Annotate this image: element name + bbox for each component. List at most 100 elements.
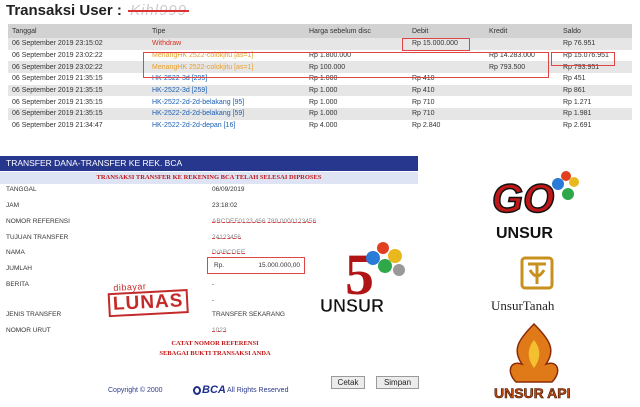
debit-cell: Rp 2.840 (408, 119, 485, 132)
five-unsur-text: UNSUR (320, 296, 384, 316)
bca-field-label: JAM (6, 202, 19, 209)
bca-field-label: TANGGAL (6, 186, 37, 193)
column-header-debit[interactable]: Debit (408, 24, 485, 38)
saldo-cell: Rp 451 (559, 73, 632, 85)
bca-field-value: 24123456 (212, 234, 241, 241)
rights-text: All Rights Reserved (227, 387, 289, 394)
page-title-text: Transaksi User : (6, 2, 122, 19)
go-yellow-ball-icon (569, 177, 579, 187)
bca-logo: BCA (193, 384, 226, 396)
go-red-ball-icon (561, 171, 571, 181)
bca-field-value: - (212, 281, 215, 288)
table-row: 06 September 2019 21:35:15 HK-2522-2d-2d-… (8, 108, 632, 120)
bca-receipt-header: TRANSFER DANA-TRANSFER KE REK. BCA (0, 156, 418, 171)
note-line-1: CATAT NOMOR REFERENSI (171, 340, 259, 347)
kredit-cell (485, 108, 559, 120)
kredit-cell (485, 73, 559, 85)
fire-element-icon (377, 242, 389, 254)
bca-field-value: - (212, 297, 215, 304)
metal-element-icon (393, 264, 405, 276)
debit-cell: Rp 710 (408, 108, 485, 120)
bca-field-label: NOMOR REFERENSI (6, 218, 70, 225)
type-link[interactable]: HK 2522-colokjitu [as=1] (177, 64, 253, 71)
bca-logo-text: BCA (202, 384, 226, 396)
column-header-tanggal[interactable]: Tanggal (8, 24, 148, 38)
harga-cell: Rp 1.000 (305, 73, 408, 85)
type-cell[interactable]: Withdraw (148, 38, 305, 50)
table-row: 06 September 2019 21:35:15 HK-2522-3d [29… (8, 73, 632, 85)
saldo-cell: Rp 793.951 (559, 61, 632, 74)
type-link[interactable]: HK 2522-colokjitu [as=1] (177, 52, 253, 59)
bca-field-row: NOMOR URUT 1023 (0, 324, 418, 340)
kredit-cell (485, 38, 559, 50)
harga-cell: Rp 1.800.000 (305, 49, 408, 62)
go-green-ball-icon (562, 188, 574, 200)
harga-cell: Rp 100.000 (305, 61, 408, 74)
harga-cell: Rp 1.000 (305, 96, 408, 109)
date-cell: 06 September 2019 21:35:15 (8, 96, 148, 109)
bca-field-label: JUMLAH (6, 265, 33, 272)
kredit-cell (485, 119, 559, 132)
unsur-api-logo: UNSUR API (494, 322, 571, 401)
date-cell: 06 September 2019 21:35:15 (8, 84, 148, 97)
column-header-tipe[interactable]: Tipe (148, 24, 305, 38)
save-button[interactable]: Simpan (376, 376, 419, 389)
column-header-harga[interactable]: Harga sebelum disc (305, 24, 408, 38)
bca-field-label: JENIS TRANSFER (6, 311, 62, 318)
type-cell[interactable]: HK-2522-3d [259] (148, 84, 305, 97)
harga-cell (305, 38, 408, 50)
type-cell[interactable]: HK-2522-2d-2d-depan [16] (148, 119, 305, 132)
debit-cell: Rp 410 (408, 84, 485, 97)
debit-cell (408, 49, 485, 62)
water-element-icon (366, 251, 380, 265)
kredit-cell: Rp 14.283.000 (485, 49, 559, 62)
date-cell: 06 September 2019 23:02:22 (8, 61, 148, 74)
amount-currency: Rp. (214, 262, 225, 269)
win-prefix: Menang (152, 52, 178, 60)
saldo-cell: Rp 1.271 (559, 96, 632, 109)
stamp-main-text: LUNAS (107, 289, 189, 318)
column-header-saldo[interactable]: Saldo (559, 24, 632, 38)
column-header-kredit[interactable]: Kredit (485, 24, 559, 38)
table-row: 06 September 2019 23:02:22 MenangHK 2522-… (8, 61, 632, 74)
harga-cell: Rp 1.000 (305, 108, 408, 120)
type-cell[interactable]: MenangHK 2522-colokjitu [as=1] (148, 61, 305, 74)
bca-field-value: 06/09/2019 (212, 186, 245, 193)
harga-cell: Rp 4.000 (305, 119, 408, 132)
print-button[interactable]: Cetak (331, 376, 365, 389)
bca-field-row: NOMOR REFERENSI ABCDEF0123 456 789 000012… (0, 215, 418, 231)
bca-field-value: D/ABCDEF (212, 249, 245, 256)
type-cell[interactable]: HK-2522-2d-2d-belakang [95] (148, 96, 305, 109)
bca-field-row: TANGGAL 06/09/2019 (0, 183, 418, 199)
bca-field-value: TRANSFER SEKARANG (212, 311, 285, 318)
tanah-u-icon (528, 262, 546, 284)
note-line-2: SEBAGAI BUKTI TRANSAKSI ANDA (159, 350, 271, 357)
debit-cell: Rp 710 (408, 96, 485, 109)
type-cell[interactable]: MenangHK 2522-colokjitu [as=1] (148, 49, 305, 62)
table-row: 06 September 2019 23:02:22 MenangHK 2522-… (8, 49, 632, 62)
saldo-cell: Rp 76.951 (559, 38, 632, 50)
type-cell[interactable]: HK-2522-2d-2d-belakang [59] (148, 108, 305, 120)
debit-cell: Rp 15.000.000 (408, 38, 485, 50)
redacted-username: Kihl999 (128, 2, 190, 19)
table-row: 06 September 2019 21:35:15 HK-2522-2d-2d-… (8, 96, 632, 109)
kredit-cell (485, 96, 559, 109)
unsur-api-text: UNSUR API (494, 385, 571, 401)
bca-field-value: ABCDEF0123 456 789 0000123456 (212, 218, 317, 225)
page-title: Transaksi User : Kihl999 (6, 2, 190, 19)
bca-field-row: JAM 23:18:02 (0, 199, 418, 215)
bca-field-label: TUJUAN TRANSFER (6, 234, 69, 241)
bca-field-value: 23:18:02 (212, 202, 238, 209)
go-blue-ball-icon (552, 178, 564, 190)
table-header-row: Tanggal Tipe Harga sebelum disc Debit Kr… (8, 24, 632, 38)
table-row: 06 September 2019 23:15:02 Withdraw Rp 15.… (8, 38, 632, 50)
unsur-tanah-text: UnsurTanah (491, 298, 555, 313)
go-unsur-subtext: UNSUR (496, 225, 553, 242)
debit-cell (408, 61, 485, 74)
go-logo-text: GO (492, 177, 554, 221)
copyright-text: Copyright © 2000 (108, 387, 163, 394)
saldo-cell: Rp 15.076.951 (559, 49, 632, 62)
date-cell: 06 September 2019 21:34:47 (8, 119, 148, 132)
type-cell[interactable]: HK-2522-3d [295] (148, 73, 305, 85)
harga-cell: Rp 1.000 (305, 84, 408, 97)
